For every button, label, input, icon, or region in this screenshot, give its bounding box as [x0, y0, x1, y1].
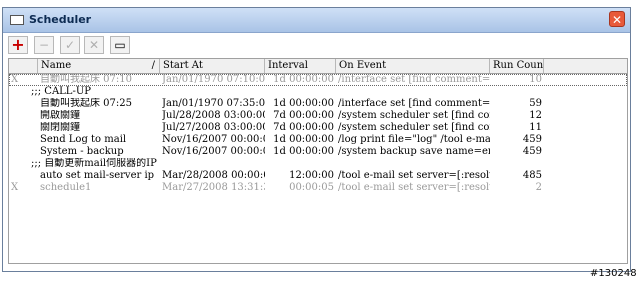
run-count-cell: 459 [522, 146, 542, 157]
table-row[interactable]: auto set mail-server ip Mar/28/2008 00:00… [9, 170, 627, 182]
run-count-cell: 10 [529, 74, 542, 85]
add-button[interactable]: + [8, 36, 28, 54]
on-event-cell: /system scheduler set [find comm... [338, 110, 490, 121]
column-header-name[interactable]: Name / [38, 59, 160, 73]
start-at-cell: Jan/01/1970 07:10:00 [162, 74, 265, 85]
flag-cell: X [11, 182, 19, 193]
disable-button[interactable]: ✕ [84, 36, 104, 54]
table-row[interactable]: Xschedule1 Mar/27/2008 13:31:30 00:00:05/t… [9, 182, 627, 194]
on-event-cell: /system scheduler set [find comm... [338, 122, 490, 133]
table-row[interactable]: System - backup Nov/16/2007 00:00:05 1d 00… [9, 146, 627, 158]
interval-cell: 7d 00:00:00 [273, 110, 334, 121]
on-event-cell: /tool e-mail set server=[:resolve w... [338, 170, 490, 181]
run-count-cell: 2 [535, 182, 542, 193]
title-bar[interactable]: Scheduler ✕ [3, 8, 630, 33]
name-cell: auto set mail-server ip [40, 170, 155, 181]
interval-cell: 12:00:00 [289, 170, 334, 181]
interval-cell: 1d 00:00:00 [273, 134, 334, 145]
on-event-cell: /interface set [find comment=Rem... [338, 74, 490, 85]
toolbar: + − ✓ ✕ ▭ [4, 34, 629, 56]
start-at-cell: Mar/27/2008 13:31:30 [162, 182, 265, 193]
on-event-cell: /tool e-mail set server=[:resolve w... [338, 182, 490, 193]
close-button[interactable]: ✕ [609, 11, 625, 27]
start-at-cell: Nov/16/2007 00:00:05 [162, 146, 265, 157]
comment-row[interactable]: ;;; 自動更新mail伺服器的IP [9, 158, 627, 170]
comment-button[interactable]: ▭ [110, 36, 130, 54]
table-row[interactable]: Send Log to mail Nov/16/2007 00:00:01 1d 0… [9, 134, 627, 146]
flag-cell [11, 134, 35, 146]
interval-cell: 1d 00:00:00 [273, 146, 334, 157]
name-cell: System - backup [40, 146, 124, 157]
start-at-cell: Jul/28/2008 03:00:00 [162, 110, 265, 121]
window-icon [10, 15, 24, 25]
name-cell: schedule1 [40, 182, 92, 193]
column-header-filler [544, 59, 627, 73]
name-cell: 自動叫我起床 07:25 [40, 98, 132, 109]
table-row[interactable]: 關閉關鐘 Jul/27/2008 03:00:00 7d 00:00:00/syst… [9, 122, 627, 134]
interval-cell: 1d 00:00:00 [273, 98, 334, 109]
scheduler-table: Name / Start At Interval On Event Run Co… [8, 58, 628, 264]
remove-button[interactable]: − [34, 36, 54, 54]
run-count-cell: 459 [522, 134, 542, 145]
interval-cell: 7d 00:00:00 [273, 122, 334, 133]
on-event-cell: /interface set [find comment=Rem... [338, 98, 490, 109]
flag-cell [11, 110, 35, 122]
flag-cell [11, 170, 35, 182]
comment-text: ;;; 自動更新mail伺服器的IP [31, 158, 157, 169]
run-count-cell: 11 [529, 122, 542, 133]
comment-text: ;;; CALL-UP [31, 86, 91, 97]
window-title: Scheduler [29, 13, 92, 26]
column-header-interval[interactable]: Interval [265, 59, 336, 73]
flag-cell [11, 122, 35, 134]
column-header-flag[interactable] [9, 59, 38, 73]
sort-indicator-icon: / [151, 60, 155, 71]
run-count-cell: 485 [522, 170, 542, 181]
interval-cell: 1d 00:00:00 [273, 74, 334, 85]
table-row[interactable]: 自動叫我起床 07:25 Jan/01/1970 07:35:00 1d 00:00… [9, 98, 627, 110]
run-count-cell: 12 [529, 110, 542, 121]
comment-row[interactable]: ;;; CALL-UP [9, 86, 627, 98]
flag-cell [11, 98, 35, 110]
flag-cell: X [11, 74, 19, 85]
start-at-cell: Nov/16/2007 00:00:01 [162, 134, 265, 145]
name-cell: 自動叫我起床 07:10 [40, 74, 132, 85]
watermark: #130248 [590, 268, 637, 279]
on-event-cell: /system backup save name=email /... [338, 146, 490, 157]
table-row[interactable]: 開啟關鐘 Jul/28/2008 03:00:00 7d 00:00:00/syst… [9, 110, 627, 122]
name-cell: Send Log to mail [40, 134, 127, 145]
start-at-cell: Jan/01/1970 07:35:00 [162, 98, 265, 109]
enable-button[interactable]: ✓ [60, 36, 80, 54]
table-row[interactable]: X 自動叫我起床 07:10 Jan/01/1970 07:10:00 1d 00:0… [9, 74, 627, 86]
name-cell: 關閉關鐘 [40, 122, 80, 133]
column-header-start-at[interactable]: Start At [160, 59, 265, 73]
start-at-cell: Jul/27/2008 03:00:00 [162, 122, 265, 133]
flag-cell [11, 146, 35, 158]
on-event-cell: /log print file="log" /tool e-mail ... [338, 134, 490, 145]
table-header: Name / Start At Interval On Event Run Co… [9, 59, 627, 74]
column-header-on-event[interactable]: On Event [336, 59, 490, 73]
column-header-run-count[interactable]: Run Count [490, 59, 544, 73]
start-at-cell: Mar/28/2008 00:00:00 [162, 170, 265, 181]
name-cell: 開啟關鐘 [40, 110, 80, 121]
scheduler-window: Scheduler ✕ + − ✓ ✕ ▭ Name / Start At In… [2, 7, 631, 272]
run-count-cell: 59 [529, 98, 542, 109]
interval-cell: 00:00:05 [289, 182, 334, 193]
